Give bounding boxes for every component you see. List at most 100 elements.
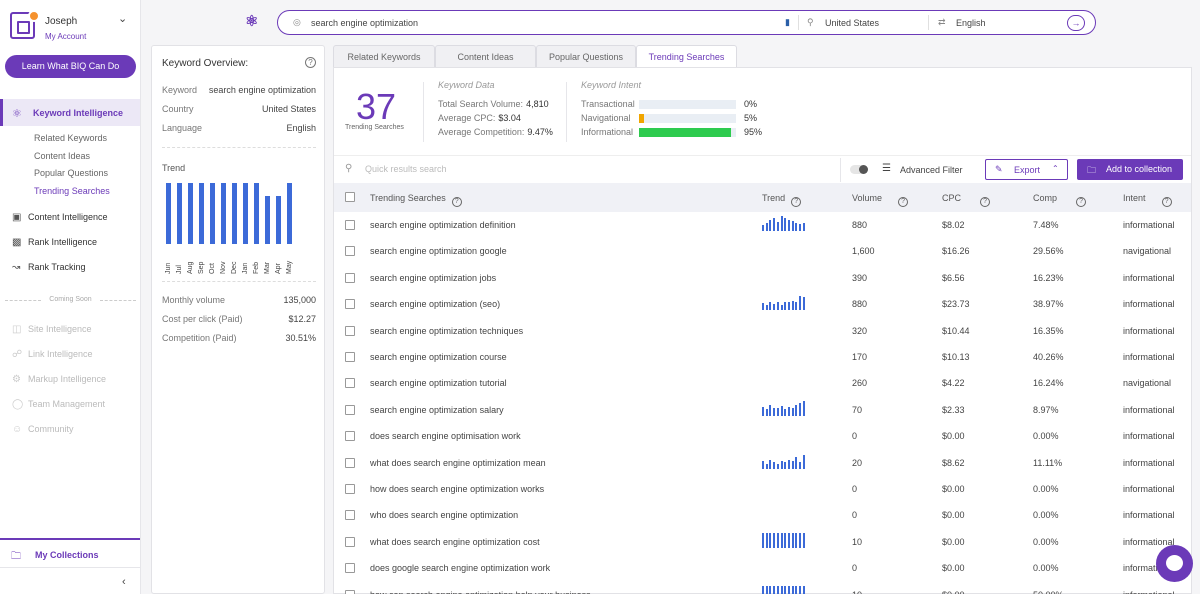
row-query[interactable]: search engine optimization salary [370, 405, 504, 415]
sparkline-bar [795, 532, 798, 548]
tab-content-ideas[interactable]: Content Ideas [435, 45, 536, 67]
user-name: Joseph [45, 16, 78, 27]
table-row[interactable]: what does search engine optimization mea… [334, 450, 1191, 476]
row-cpc: $0.00 [942, 563, 965, 574]
chevron-down-icon[interactable]: ⌄ [118, 12, 127, 25]
table-row[interactable]: search engine optimization course 170 $10.… [334, 344, 1191, 370]
row-comp: 0.00% [1033, 563, 1059, 574]
header-query[interactable]: Trending Searches? [370, 193, 462, 207]
row-query[interactable]: search engine optimization techniques [370, 326, 523, 336]
table-row[interactable]: what does search engine optimization cos… [334, 529, 1191, 555]
row-query[interactable]: search engine optimization jobs [370, 273, 496, 283]
header-comp[interactable]: Comp? [1033, 193, 1087, 207]
export-button[interactable]: ✎ Export ⌃ [985, 159, 1068, 180]
sidebar-item-keyword-intelligence[interactable]: ⚛ Keyword Intelligence [0, 99, 140, 126]
subnav-related-keywords[interactable]: Related Keywords [34, 133, 110, 151]
row-checkbox[interactable] [345, 431, 355, 442]
row-checkbox[interactable] [345, 484, 355, 494]
subnav-trending-searches[interactable]: Trending Searches [34, 186, 110, 204]
help-icon[interactable]: ? [305, 57, 316, 68]
table-row[interactable]: search engine optimization definition 880… [334, 212, 1191, 238]
chat-bubble-icon[interactable] [1156, 545, 1193, 582]
row-query[interactable]: what does search engine optimization mea… [370, 458, 546, 468]
search-input[interactable]: search engine optimization [311, 18, 418, 28]
row-query[interactable]: search engine optimization tutorial [370, 378, 507, 388]
barcode-icon[interactable]: ▮ [785, 17, 790, 28]
sparkline-bar [773, 218, 776, 231]
row-query[interactable]: search engine optimization google [370, 246, 507, 256]
my-account-link[interactable]: My Account [45, 32, 86, 41]
line-chart-icon: ↝ [12, 262, 21, 273]
table-row[interactable]: search engine optimization techniques 320… [334, 318, 1191, 344]
total-volume-stat: Total Search Volume: 4,810 [438, 99, 549, 109]
table-row[interactable]: search engine optimization jobs 390 $6.56 1… [334, 265, 1191, 291]
tab-popular-questions[interactable]: Popular Questions [536, 45, 636, 67]
my-collections[interactable]: 🗀 My Collections [0, 538, 140, 568]
row-checkbox[interactable] [345, 510, 355, 521]
filter-toggle[interactable] [850, 165, 868, 174]
select-all-checkbox[interactable] [345, 192, 355, 202]
table-row[interactable]: how does search engine optimization work… [334, 476, 1191, 502]
row-checkbox[interactable] [345, 589, 355, 594]
subnav-content-ideas[interactable]: Content Ideas [34, 151, 110, 169]
search-bar[interactable]: ◎ search engine optimization ▮ ⚲ United … [277, 10, 1096, 35]
row-checkbox[interactable] [345, 272, 355, 283]
learn-button[interactable]: Learn What BIQ Can Do [5, 55, 136, 78]
row-checkbox[interactable] [345, 299, 355, 310]
tab-related-keywords[interactable]: Related Keywords [333, 45, 435, 67]
row-query[interactable]: search engine optimization definition [370, 220, 516, 230]
table-row[interactable]: does search engine optimisation work 0 $0.… [334, 423, 1191, 449]
language-select[interactable]: English [956, 18, 986, 28]
row-query[interactable]: search engine optimization (seo) [370, 299, 500, 309]
row-checkbox[interactable] [345, 563, 355, 574]
sidebar-item-markup-intelligence: ⚙ Markup Intelligence [12, 374, 107, 385]
table-row[interactable]: who does search engine optimization 0 $0.0… [334, 502, 1191, 528]
header-intent[interactable]: Intent? [1123, 193, 1172, 207]
table-row[interactable]: search engine optimization google 1,600 $1… [334, 238, 1191, 264]
row-query[interactable]: does search engine optimisation work [370, 431, 521, 441]
row-checkbox[interactable] [345, 246, 355, 257]
header-trend[interactable]: Trend? [762, 193, 802, 207]
row-query[interactable]: search engine optimization course [370, 352, 507, 362]
row-checkbox[interactable] [345, 378, 355, 389]
row-checkbox[interactable] [345, 404, 355, 415]
sparkline-bar [765, 532, 768, 548]
filter-icon[interactable]: ☰ [882, 163, 891, 174]
row-checkbox[interactable] [345, 536, 355, 547]
sidebar-item-rank-intelligence[interactable]: ▩ Rank Intelligence [12, 237, 97, 251]
header-volume[interactable]: Volume? [852, 193, 909, 207]
table-row[interactable]: how can search engine optimization help … [334, 582, 1191, 594]
row-query[interactable]: how does search engine optimization work… [370, 484, 544, 494]
search-submit-icon[interactable]: → [1067, 15, 1085, 31]
row-query[interactable]: how can search engine optimization help … [370, 590, 591, 594]
row-query[interactable]: who does search engine optimization [370, 510, 518, 520]
intent-bar [639, 100, 736, 109]
row-checkbox[interactable] [345, 352, 355, 362]
row-checkbox[interactable] [345, 220, 355, 230]
tab-trending-searches[interactable]: Trending Searches [636, 45, 737, 68]
table-row[interactable]: does google search engine optimization w… [334, 555, 1191, 581]
country-select[interactable]: United States [825, 18, 879, 28]
row-query[interactable]: what does search engine optimization cos… [370, 537, 540, 547]
row-comp: 7.48% [1033, 220, 1059, 230]
sidebar-item-rank-tracking[interactable]: ↝ Rank Tracking [12, 262, 86, 276]
sidebar-item-content-intelligence[interactable]: ▣ Content Intelligence [12, 212, 108, 226]
trend-bar [177, 183, 182, 244]
table-row[interactable]: search engine optimization tutorial 260 $4… [334, 370, 1191, 396]
table-row[interactable]: search engine optimization (seo) 880 $23.7… [334, 291, 1191, 317]
row-comp: 11.11% [1033, 457, 1063, 468]
header-cpc[interactable]: CPC? [942, 193, 991, 207]
quick-search-input[interactable]: Quick results search [365, 164, 447, 174]
table-row[interactable]: search engine optimization salary 70 $2.33… [334, 397, 1191, 423]
row-checkbox[interactable] [345, 325, 355, 336]
advanced-filter-button[interactable]: Advanced Filter [900, 165, 963, 175]
user-menu[interactable]: Joseph My Account ⌄ [10, 10, 135, 42]
row-query[interactable]: does google search engine optimization w… [370, 563, 550, 573]
row-comp: 0.00% [1033, 431, 1059, 442]
subnav-popular-questions[interactable]: Popular Questions [34, 168, 110, 186]
collapse-sidebar-icon[interactable]: ‹ [122, 576, 126, 588]
notification-badge[interactable] [28, 10, 40, 22]
row-checkbox[interactable] [345, 457, 355, 468]
add-to-collection-button[interactable]: 🗀 Add to collection [1077, 159, 1183, 180]
location-icon: ⚲ [807, 17, 814, 27]
